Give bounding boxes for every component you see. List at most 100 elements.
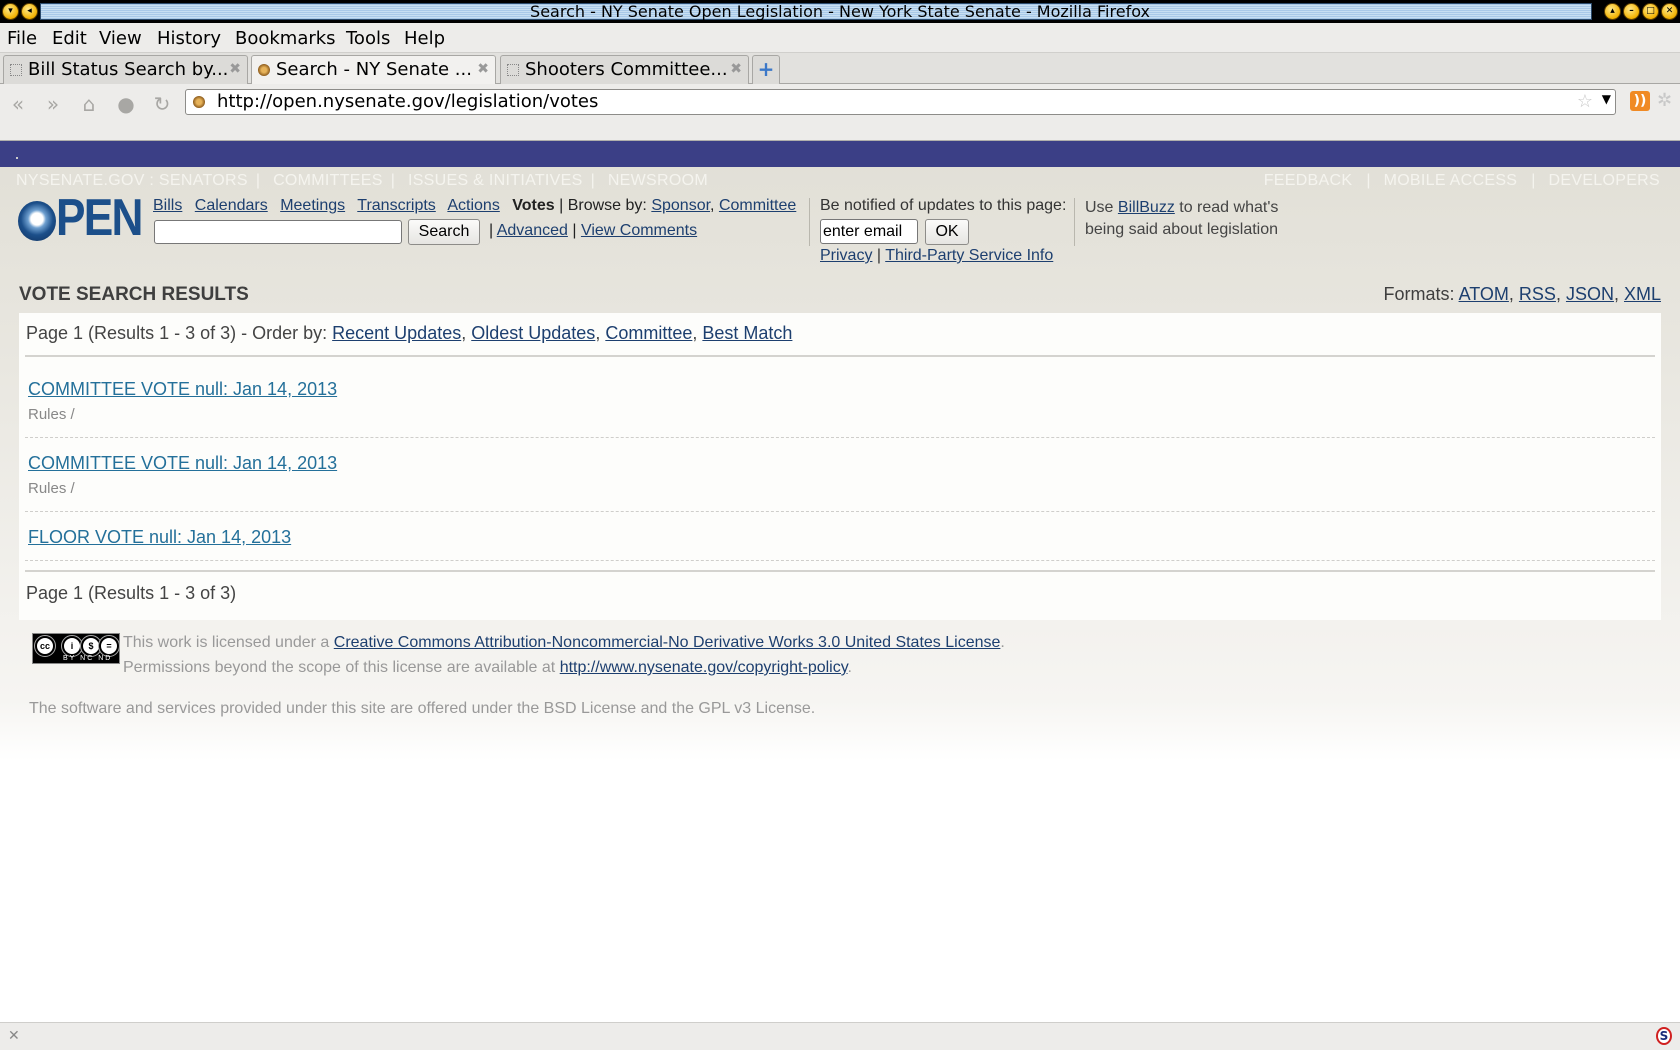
- site-nav-developers[interactable]: DEVELOPERS: [1549, 172, 1660, 189]
- site-identity-icon[interactable]: [193, 96, 205, 108]
- link-meetings[interactable]: Meetings: [280, 197, 345, 214]
- order-best-match[interactable]: Best Match: [702, 323, 792, 343]
- format-xml[interactable]: XML: [1624, 284, 1661, 304]
- privacy-links: Privacy | Third-Party Service Info: [820, 247, 1054, 264]
- order-committee[interactable]: Committee: [605, 323, 692, 343]
- url-dropdown-icon[interactable]: ▼: [1602, 92, 1611, 106]
- menu-tools[interactable]: Tools: [346, 28, 390, 49]
- divider: [25, 355, 1655, 357]
- format-rss[interactable]: RSS: [1519, 284, 1556, 304]
- result-divider: [25, 511, 1655, 512]
- billbuzz-suffix: to read what's: [1179, 199, 1279, 216]
- result-divider: [25, 560, 1655, 561]
- view-comments-link[interactable]: View Comments: [581, 222, 697, 239]
- forward-icon[interactable]: »: [41, 92, 65, 116]
- tab-shooters-committee[interactable]: Shooters Committee... ✖: [500, 55, 749, 84]
- order-recent-updates[interactable]: Recent Updates: [332, 323, 461, 343]
- result-divider: [25, 437, 1655, 438]
- formats: Formats: ATOM, RSS, JSON, XML: [1383, 284, 1661, 304]
- license-link[interactable]: Creative Commons Attribution-Noncommerci…: [334, 634, 1001, 651]
- email-input[interactable]: enter email: [820, 219, 918, 244]
- tab-close-icon[interactable]: ✖: [730, 56, 742, 83]
- cc-license-badge[interactable]: cc i $ = BY NC ND: [32, 633, 120, 664]
- home-icon[interactable]: ⌂: [77, 92, 101, 116]
- privacy-link[interactable]: Privacy: [820, 247, 872, 264]
- search-sublinks: | Advanced | View Comments: [489, 222, 698, 239]
- navigation-toolbar: « » ⌂ ● ↻ http://open.nysenate.gov/legis…: [0, 84, 1680, 141]
- menu-help[interactable]: Help: [404, 28, 445, 49]
- result-committee: Rules /: [28, 480, 75, 497]
- result-title-link[interactable]: COMMITTEE VOTE null: Jan 14, 2013: [28, 453, 337, 474]
- link-calendars[interactable]: Calendars: [195, 197, 268, 214]
- result-title-link[interactable]: COMMITTEE VOTE null: Jan 14, 2013: [28, 379, 337, 400]
- addon-status-icon[interactable]: S: [1656, 1027, 1672, 1045]
- current-section: Votes: [512, 197, 555, 214]
- window-raise-icon[interactable]: ▴: [1604, 3, 1621, 20]
- section-links: Bills Calendars Meetings Transcripts Act…: [153, 197, 797, 214]
- rss-feed-icon[interactable]: )): [1630, 91, 1650, 111]
- menu-file[interactable]: File: [7, 28, 37, 49]
- permissions-line: Permissions beyond the scope of this lic…: [123, 659, 852, 676]
- tab-close-icon[interactable]: ✖: [229, 56, 241, 83]
- site-nav-mobile[interactable]: MOBILE ACCESS: [1384, 172, 1518, 189]
- divider: [25, 570, 1655, 572]
- browse-sponsor[interactable]: Sponsor: [651, 197, 710, 214]
- software-license-note: The software and services provided under…: [29, 700, 816, 717]
- billbuzz-link[interactable]: BillBuzz: [1118, 199, 1175, 216]
- menu-history[interactable]: History: [157, 28, 221, 49]
- window-close-icon[interactable]: ✕: [1661, 3, 1678, 20]
- menu-edit[interactable]: Edit: [52, 28, 87, 49]
- noncommercial-icon: $: [80, 635, 102, 657]
- site-nav-committees[interactable]: COMMITTEES: [273, 172, 383, 189]
- search-button[interactable]: Search: [408, 219, 480, 245]
- close-findbar-icon[interactable]: ✕: [8, 1028, 20, 1044]
- throbber-icon: ✲: [1657, 90, 1673, 111]
- browse-committee[interactable]: Committee: [719, 197, 796, 214]
- billbuzz-line2: being said about legislation: [1085, 221, 1279, 238]
- format-json[interactable]: JSON: [1566, 284, 1614, 304]
- site-nav-newsroom[interactable]: NEWSROOM: [608, 172, 708, 189]
- permissions-prefix: Permissions beyond the scope of this lic…: [123, 659, 556, 676]
- tab-bill-status[interactable]: Bill Status Search by... ✖: [3, 55, 248, 84]
- new-tab-button[interactable]: +: [752, 55, 780, 84]
- logo-text: PEN: [56, 189, 143, 247]
- copyright-policy-link[interactable]: http://www.nysenate.gov/copyright-policy: [560, 659, 848, 676]
- third-party-link[interactable]: Third-Party Service Info: [885, 247, 1053, 264]
- tab-close-icon[interactable]: ✖: [477, 56, 489, 83]
- page-content: NYSENATE.GOV : SENATORS | COMMITTEES | ISS…: [0, 141, 1680, 1022]
- url-text[interactable]: http://open.nysenate.gov/legislation/vot…: [217, 91, 598, 113]
- window-minimize-icon[interactable]: –: [1623, 3, 1640, 20]
- site-nav-feedback[interactable]: FEEDBACK: [1264, 172, 1353, 189]
- attribution-icon: i: [61, 635, 83, 657]
- advanced-search-link[interactable]: Advanced: [497, 222, 568, 239]
- bookmark-star-icon[interactable]: ☆: [1577, 91, 1593, 112]
- order-oldest-updates[interactable]: Oldest Updates: [471, 323, 595, 343]
- reload-icon[interactable]: ↻: [150, 92, 174, 116]
- menu-view[interactable]: View: [99, 28, 142, 49]
- tab-label: Bill Status Search by...: [28, 59, 229, 80]
- stop-icon[interactable]: ●: [114, 92, 138, 116]
- notify-label: Be notified of updates to this page:: [820, 197, 1067, 214]
- format-atom[interactable]: ATOM: [1459, 284, 1509, 304]
- window-titlebar: ▾ ◂ Search - NY Senate Open Legislation …: [0, 0, 1680, 23]
- results-panel: Page 1 (Results 1 - 3 of 3) - Order by: …: [19, 313, 1661, 620]
- menu-bar: File Edit View History Bookmarks Tools H…: [0, 23, 1680, 53]
- link-bills[interactable]: Bills: [153, 197, 182, 214]
- url-bar[interactable]: http://open.nysenate.gov/legislation/vot…: [185, 89, 1616, 115]
- link-actions[interactable]: Actions: [447, 197, 499, 214]
- tab-label: Search - NY Senate ...: [276, 59, 472, 80]
- tab-label: Shooters Committee...: [525, 59, 728, 80]
- site-nav-issues[interactable]: ISSUES & INITIATIVES: [408, 172, 583, 189]
- result-title-link[interactable]: FLOOR VOTE null: Jan 14, 2013: [28, 527, 291, 548]
- window-maximize-icon[interactable]: □: [1642, 3, 1659, 20]
- menu-bookmarks[interactable]: Bookmarks: [235, 28, 336, 49]
- license-prefix: This work is licensed under a: [123, 634, 330, 651]
- search-input[interactable]: [154, 220, 402, 244]
- open-logo[interactable]: PEN: [18, 192, 150, 244]
- tab-search-ny-senate[interactable]: Search - NY Senate ... ✖: [251, 55, 496, 85]
- site-nav-senators[interactable]: NYSENATE.GOV : SENATORS: [16, 172, 248, 189]
- back-icon[interactable]: «: [6, 92, 30, 116]
- ok-button[interactable]: OK: [925, 219, 969, 245]
- link-transcripts[interactable]: Transcripts: [357, 197, 436, 214]
- billbuzz-blurb: Use BillBuzz to read what's being said a…: [1085, 197, 1278, 241]
